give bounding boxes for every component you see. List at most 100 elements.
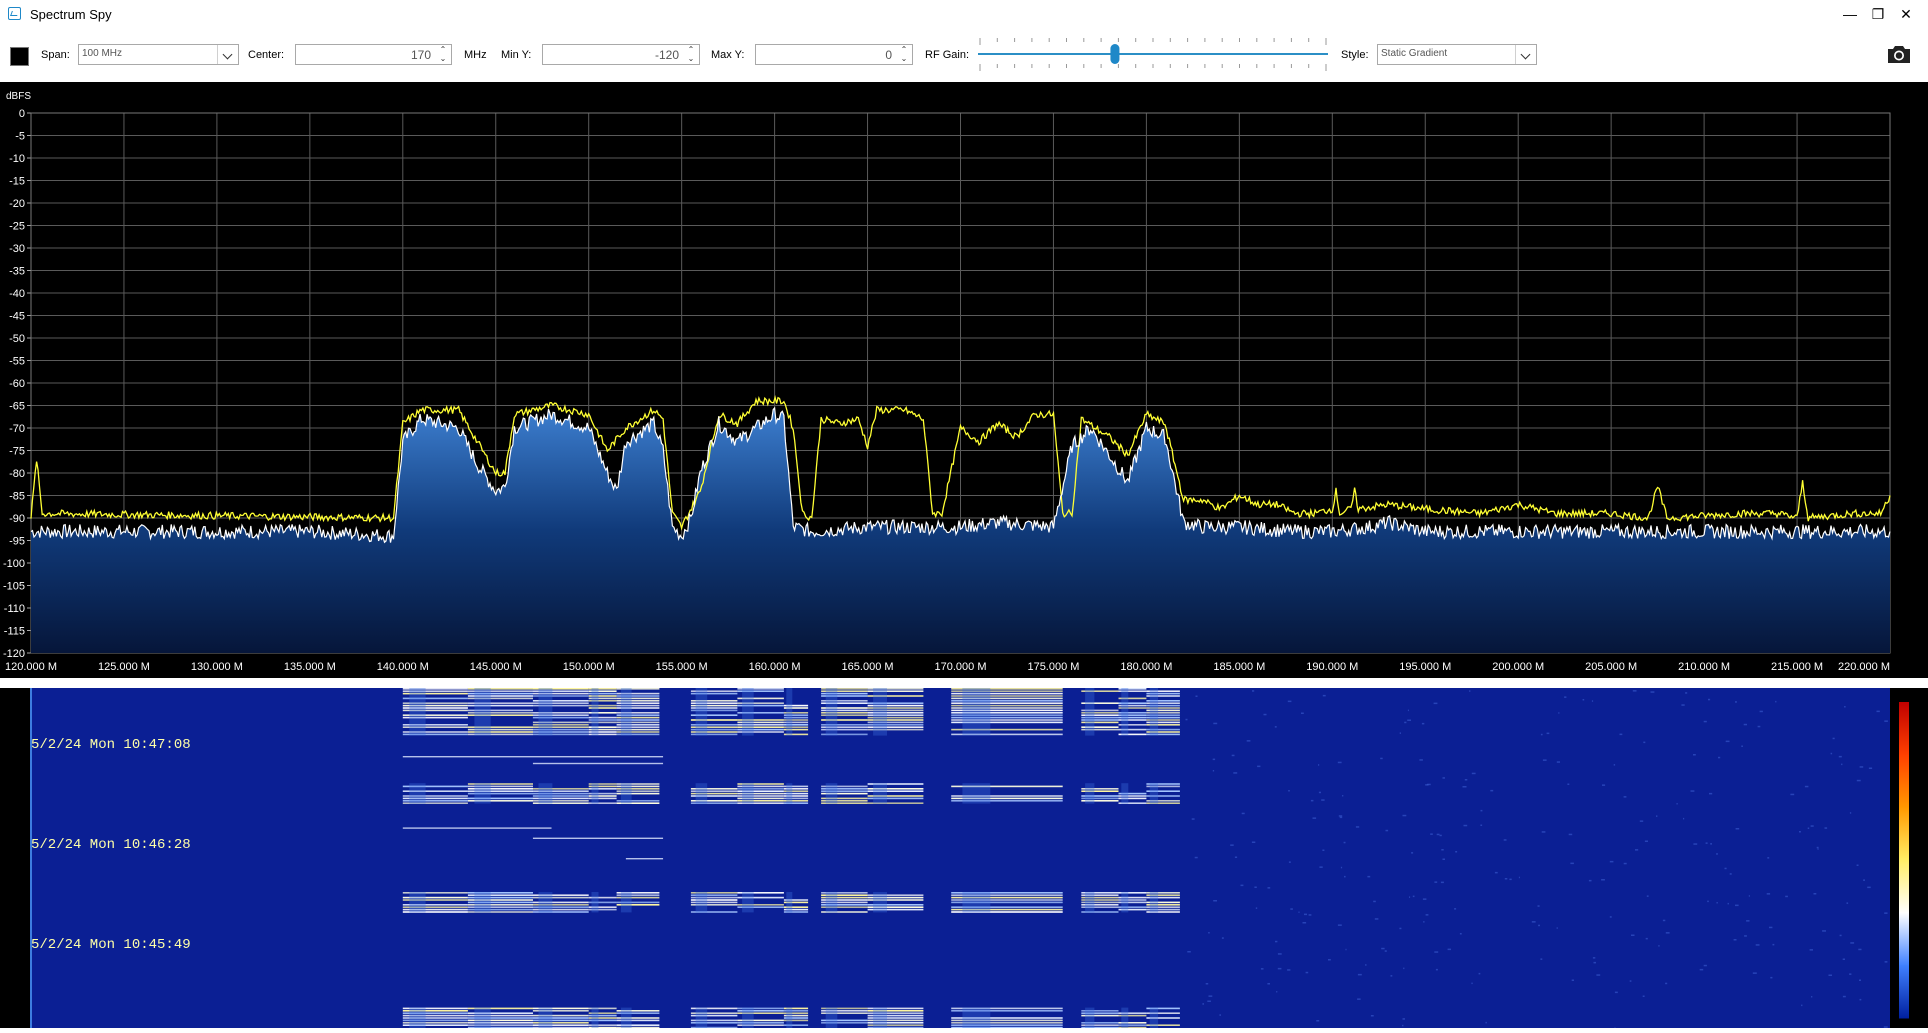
noise-speck	[1257, 765, 1261, 768]
noise-speck	[1422, 898, 1427, 900]
noise-speck	[1813, 893, 1817, 895]
spin-down-icon[interactable]: ⌄	[440, 54, 447, 63]
noise-speck	[1490, 789, 1494, 792]
noise-speck	[1277, 953, 1282, 955]
noise-speck	[1631, 934, 1635, 936]
waterfall-burst-shade	[962, 1007, 991, 1028]
trace-color-swatch[interactable]	[10, 47, 29, 66]
color-scale-segment	[1899, 860, 1909, 914]
noise-speck	[1757, 725, 1761, 728]
y-tick-label: -95	[9, 536, 25, 548]
spin-up-icon[interactable]: ⌃	[901, 45, 908, 54]
noise-speck	[1287, 969, 1291, 971]
noise-speck	[1693, 754, 1696, 756]
waterfall-burst-shade	[873, 892, 887, 913]
spectrum-chart[interactable]: dBFS 0 -5 -10 -15 -20 -25 -30 -35 -40 -45 -50 -55 -6…	[0, 82, 1928, 678]
spin-down-icon[interactable]: ⌄	[688, 54, 695, 63]
miny-input[interactable]: -120 ⌃ ⌄	[542, 44, 700, 65]
waterfall-burst-shade	[873, 783, 887, 804]
noise-speck	[1384, 950, 1387, 952]
spin-up-icon[interactable]: ⌃	[440, 45, 447, 54]
noise-speck	[1343, 841, 1346, 844]
noise-speck	[1662, 919, 1666, 922]
noise-speck	[1298, 911, 1300, 913]
close-button[interactable]: ✕	[1892, 3, 1920, 25]
miny-label: Min Y:	[501, 49, 532, 61]
noise-speck	[1267, 887, 1271, 889]
noise-speck	[1318, 764, 1320, 766]
noise-speck	[1459, 933, 1462, 935]
noise-speck	[1650, 691, 1655, 693]
center-input[interactable]: 170 ⌃ ⌄	[295, 44, 452, 65]
noise-speck	[1767, 857, 1770, 859]
spin-down-icon[interactable]: ⌄	[901, 54, 908, 63]
noise-speck	[1733, 939, 1737, 941]
y-tick-label: -120	[3, 648, 25, 660]
waterfall-burst-shade	[1121, 1007, 1129, 1028]
center-spinner[interactable]: ⌃ ⌄	[435, 45, 451, 64]
noise-speck	[1596, 974, 1601, 976]
noise-speck	[1338, 815, 1343, 817]
waterfall-burst-shade	[1149, 688, 1159, 736]
noise-speck	[1859, 979, 1861, 981]
waterfall-burst-shade	[538, 1007, 553, 1028]
maxy-spinner[interactable]: ⌃ ⌄	[896, 45, 912, 64]
waterfall-burst-shade	[742, 892, 754, 913]
noise-speck	[1635, 849, 1639, 851]
camera-icon[interactable]	[1886, 43, 1912, 65]
noise-speck	[1822, 930, 1826, 932]
waterfall-panel[interactable]: 5/2/24 Mon 10:47:08 5/2/24 Mon 10:46:28 …	[0, 688, 1928, 1029]
noise-speck	[1567, 783, 1570, 785]
noise-speck	[1785, 895, 1788, 898]
noise-speck	[1246, 740, 1251, 742]
noise-speck	[1339, 816, 1343, 819]
noise-speck	[1807, 827, 1810, 829]
noise-speck	[1365, 964, 1367, 966]
noise-speck	[1462, 786, 1467, 788]
noise-speck	[1799, 831, 1801, 833]
rfgain-slider[interactable]	[978, 36, 1330, 72]
noise-speck	[1442, 777, 1445, 779]
rfgain-label: RF Gain:	[925, 49, 970, 61]
waterfall-burst-shade	[1149, 892, 1159, 913]
noise-speck	[1801, 1004, 1803, 1007]
miny-spinner[interactable]: ⌃ ⌄	[683, 45, 699, 64]
panel-splitter[interactable]	[0, 678, 1928, 688]
noise-speck	[1876, 710, 1880, 713]
noise-speck	[1769, 926, 1773, 929]
minimize-button[interactable]: —	[1836, 3, 1864, 25]
spectrum-plot[interactable]: dBFS 0 -5 -10 -15 -20 -25 -30 -35 -40 -45 -50 -55 -6…	[0, 82, 1928, 678]
maximize-button[interactable]: ❐	[1864, 3, 1892, 25]
noise-speck	[1213, 722, 1218, 725]
title-bar: Spectrum Spy — ❐ ✕	[0, 0, 1928, 30]
waterfall-burst-shade	[538, 892, 553, 913]
waterfall-burst-shade	[695, 1007, 708, 1028]
noise-speck	[1538, 924, 1540, 927]
noise-speck	[1844, 706, 1846, 708]
noise-speck	[1727, 902, 1729, 905]
noise-speck	[1255, 907, 1258, 909]
noise-speck	[1644, 840, 1648, 842]
span-select[interactable]: 100 MHz	[78, 44, 239, 65]
noise-speck	[1254, 886, 1257, 888]
waterfall-burst-shade	[474, 1007, 491, 1028]
style-select[interactable]: Static Gradient	[1377, 44, 1537, 65]
y-tick-label: -45	[9, 311, 25, 323]
noise-speck	[1744, 935, 1747, 937]
noise-speck	[1187, 951, 1191, 953]
y-tick-label: -75	[9, 446, 25, 458]
y-tick-label: -100	[3, 558, 25, 570]
waterfall-burst-shade	[620, 892, 632, 913]
x-tick-label: 180.000 M	[1120, 661, 1172, 673]
waterfall-burst-shade	[1085, 688, 1095, 736]
center-unit: MHz	[464, 49, 487, 61]
noise-speck	[1817, 848, 1819, 850]
spin-up-icon[interactable]: ⌃	[688, 45, 695, 54]
x-tick-label: 150.000 M	[563, 661, 615, 673]
slider-thumb[interactable]	[1110, 44, 1120, 64]
noise-speck	[1234, 856, 1238, 858]
x-tick-label: 215.000 M	[1771, 661, 1823, 673]
noise-speck	[1390, 975, 1393, 977]
noise-speck	[1541, 831, 1546, 833]
maxy-input[interactable]: 0 ⌃ ⌄	[755, 44, 913, 65]
